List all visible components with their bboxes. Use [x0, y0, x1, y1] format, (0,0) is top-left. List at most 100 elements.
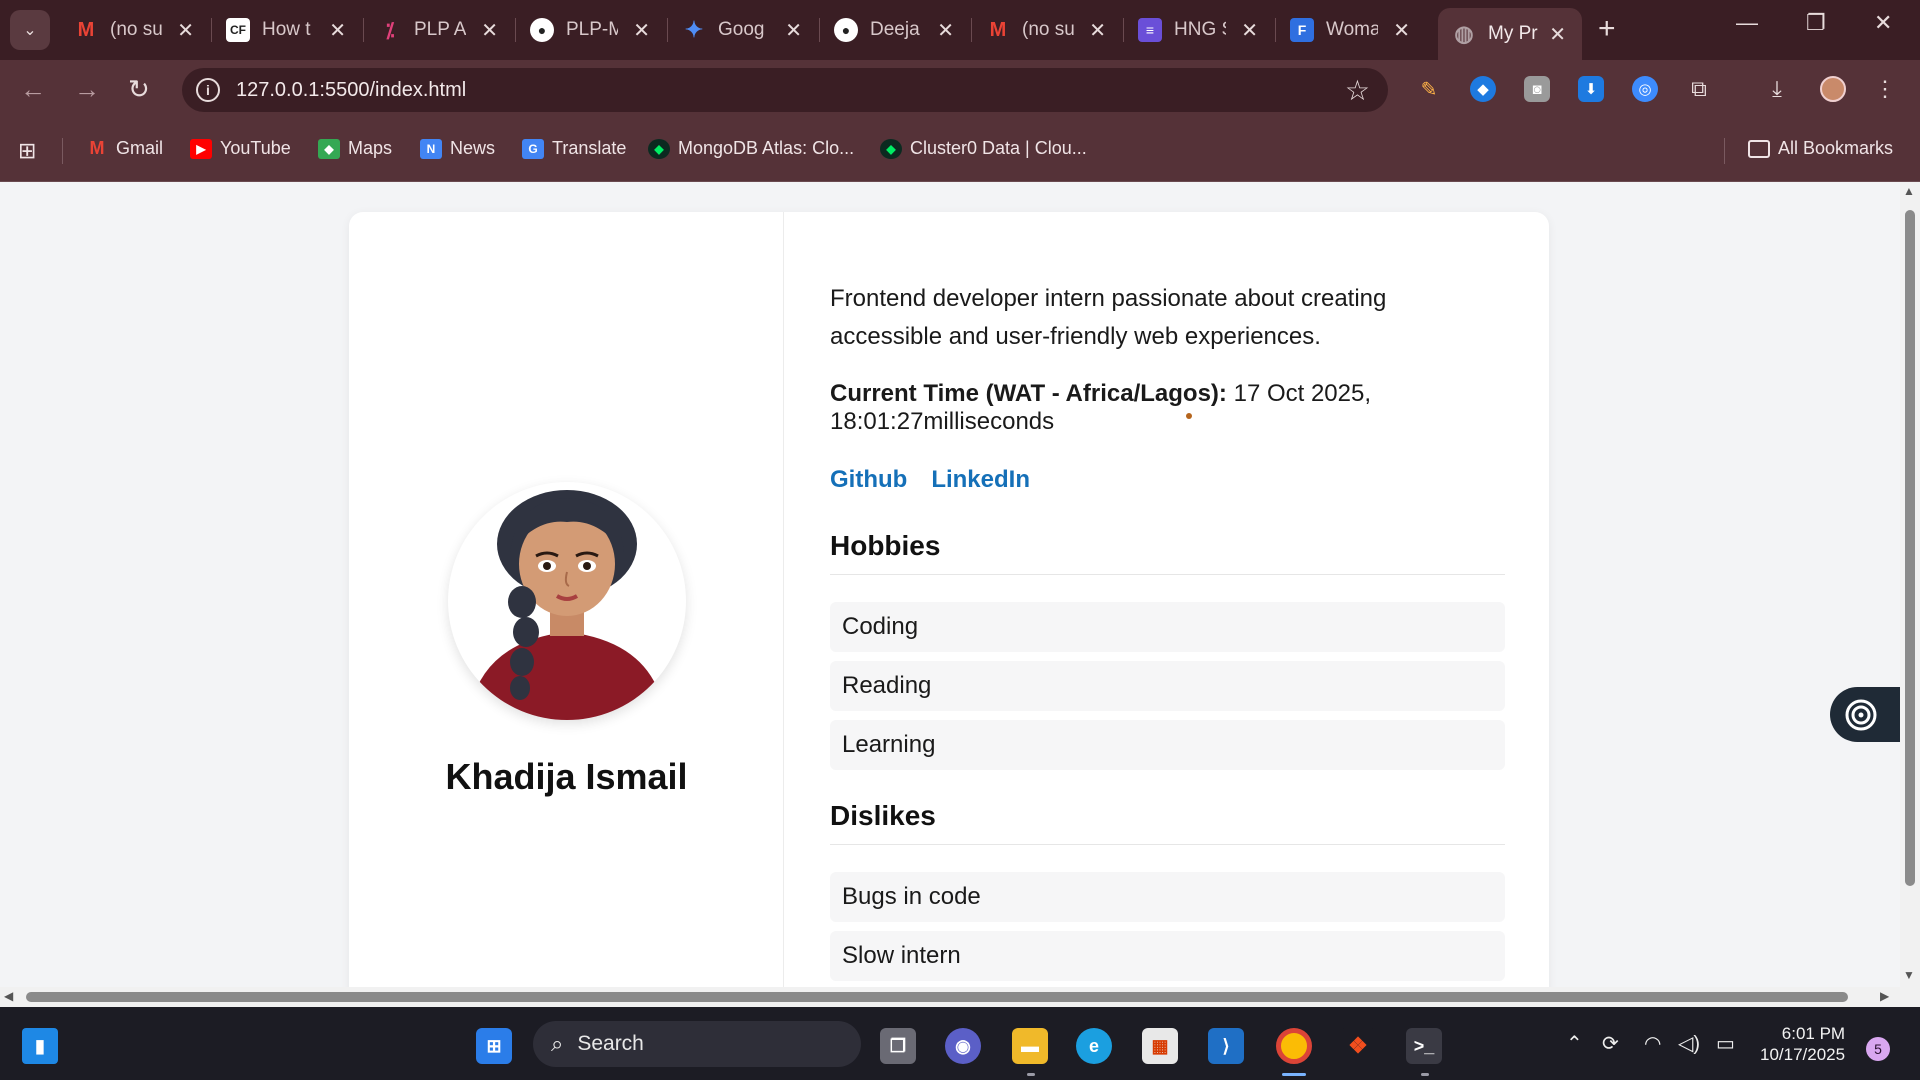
- sync-icon[interactable]: ⟳: [1602, 1031, 1619, 1056]
- dislikes-heading: Dislikes: [830, 800, 1505, 845]
- tab-my-profile[interactable]: ◍ My Pr ✕: [1438, 8, 1582, 60]
- news-icon: N: [420, 138, 442, 159]
- gmail-icon: M: [89, 138, 105, 158]
- forward-button[interactable]: →: [74, 74, 100, 105]
- profile-card: Khadija Ismail Frontend developer intern…: [349, 212, 1549, 987]
- new-tab-button[interactable]: +: [1598, 12, 1616, 46]
- github-link[interactable]: Github: [830, 466, 907, 494]
- windows-start-icon[interactable]: ⊞: [476, 1028, 512, 1064]
- tab-cf[interactable]: CF How t ✕: [212, 8, 362, 52]
- close-icon[interactable]: ✕: [329, 18, 346, 43]
- wifi-icon[interactable]: ◠: [1644, 1031, 1661, 1056]
- vscode-icon[interactable]: ⟩: [1208, 1028, 1244, 1064]
- tab-plp-a[interactable]: ⁒ PLP A ✕: [364, 8, 514, 52]
- current-time: Current Time (WAT - Africa/Lagos): 17 Oc…: [830, 380, 1470, 436]
- terminal-icon[interactable]: >_: [1406, 1028, 1442, 1064]
- bookmark-gmail[interactable]: M Gmail: [86, 138, 164, 159]
- extensions-puzzle-icon[interactable]: ⧉: [1686, 76, 1712, 102]
- figma-icon[interactable]: ❖: [1340, 1028, 1376, 1064]
- maps-icon: ◆: [318, 138, 340, 159]
- bookmark-cluster0[interactable]: ◆ Cluster0 Data | Clou...: [880, 138, 1087, 159]
- pen-extension-icon[interactable]: ✎: [1416, 76, 1442, 102]
- linkedin-link[interactable]: LinkedIn: [931, 466, 1030, 494]
- tab-woma[interactable]: F Woma ✕: [1276, 8, 1426, 52]
- close-icon[interactable]: ✕: [1549, 22, 1566, 47]
- scroll-down-icon[interactable]: ▼: [1903, 968, 1915, 982]
- camera-extension-icon[interactable]: ◙: [1524, 76, 1550, 102]
- tab-gmail-1[interactable]: M (no su ✕: [60, 8, 210, 52]
- clock-time: 6:01 PM: [1781, 1024, 1846, 1043]
- reload-button[interactable]: ↻: [128, 74, 150, 105]
- close-icon[interactable]: ✕: [1089, 18, 1106, 43]
- store-icon[interactable]: ▦: [1142, 1028, 1178, 1064]
- close-icon[interactable]: ✕: [177, 18, 194, 43]
- tab-google[interactable]: ✦ Goog ✕: [668, 8, 818, 52]
- file-explorer-icon[interactable]: ▬: [1012, 1028, 1048, 1064]
- close-icon[interactable]: ✕: [1241, 18, 1258, 43]
- bookmark-news[interactable]: N News: [420, 138, 495, 159]
- apps-grid-icon[interactable]: ⊞: [18, 138, 36, 164]
- close-window-button[interactable]: ✕: [1874, 10, 1892, 36]
- tab-gmail-2[interactable]: M (no su ✕: [972, 8, 1122, 52]
- back-button[interactable]: ←: [20, 74, 46, 105]
- close-icon[interactable]: ✕: [937, 18, 954, 43]
- close-icon[interactable]: ✕: [481, 18, 498, 43]
- edge-icon[interactable]: e: [1076, 1028, 1112, 1064]
- mongodb-icon: ◆: [880, 138, 902, 159]
- tab-hng[interactable]: ≡ HNG S ✕: [1124, 8, 1274, 52]
- globe-icon: ◍: [1454, 21, 1474, 46]
- widgets-icon[interactable]: ▮: [22, 1028, 58, 1064]
- search-icon: ⌕: [551, 1031, 564, 1056]
- close-icon[interactable]: ✕: [785, 18, 802, 43]
- all-bookmarks[interactable]: All Bookmarks: [1748, 138, 1893, 159]
- tab-search-button[interactable]: ⌄: [10, 10, 50, 50]
- taskbar-clock[interactable]: 6:01 PM 10/17/2025: [1760, 1023, 1845, 1065]
- side-widget-button[interactable]: [1830, 687, 1900, 742]
- close-icon[interactable]: ✕: [1393, 18, 1410, 43]
- vertical-scrollbar[interactable]: ▲ ▼: [1900, 182, 1920, 987]
- bookmark-youtube[interactable]: ▶ YouTube: [190, 138, 291, 159]
- horizontal-scrollbar[interactable]: ◀ ▶: [0, 987, 1920, 1007]
- current-time-label: Current Time (WAT - Africa/Lagos):: [830, 380, 1227, 407]
- address-url[interactable]: 127.0.0.1:5500/index.html: [236, 79, 466, 102]
- restore-button[interactable]: ❐: [1806, 10, 1826, 36]
- chat-icon[interactable]: ◉: [945, 1028, 981, 1064]
- chrome-icon[interactable]: [1276, 1028, 1312, 1064]
- download-extension-icon[interactable]: ⬇: [1578, 76, 1604, 102]
- social-links: Github LinkedIn: [830, 466, 1030, 494]
- cf-icon: CF: [226, 18, 250, 42]
- downloads-icon[interactable]: ⤓: [1764, 76, 1790, 102]
- address-bar[interactable]: i 127.0.0.1:5500/index.html ☆: [182, 68, 1388, 112]
- notification-badge[interactable]: 5: [1866, 1037, 1890, 1061]
- task-view-icon[interactable]: ❐: [880, 1028, 916, 1064]
- close-icon[interactable]: ✕: [633, 18, 650, 43]
- tab-deeja[interactable]: ● Deeja ✕: [820, 8, 970, 52]
- bookmarks-bar: ⊞ M Gmail ▶ YouTube ◆ Maps N News G Tran…: [0, 120, 1920, 182]
- drop-extension-icon[interactable]: ◆: [1470, 76, 1496, 102]
- forms-icon: F: [1290, 18, 1314, 42]
- bookmark-translate[interactable]: G Translate: [522, 138, 626, 159]
- vertical-scroll-thumb[interactable]: [1905, 210, 1915, 886]
- horizontal-scroll-thumb[interactable]: [26, 992, 1848, 1002]
- tab-plp-m[interactable]: ● PLP-M ✕: [516, 8, 666, 52]
- scroll-right-icon[interactable]: ▶: [1880, 989, 1889, 1003]
- hobby-item: Reading: [830, 661, 1505, 711]
- taskbar-search[interactable]: ⌕ Search: [533, 1021, 861, 1067]
- hobby-item: Learning: [830, 720, 1505, 770]
- translate-icon: G: [522, 138, 544, 159]
- volume-icon[interactable]: ◁): [1678, 1031, 1700, 1056]
- tray-overflow-icon[interactable]: ⌃: [1566, 1031, 1583, 1056]
- minimize-button[interactable]: —: [1736, 10, 1758, 36]
- scroll-up-icon[interactable]: ▲: [1903, 184, 1915, 198]
- scroll-left-icon[interactable]: ◀: [4, 989, 13, 1003]
- target-extension-icon[interactable]: ◎: [1632, 76, 1658, 102]
- dislike-item: Slow intern: [830, 931, 1505, 981]
- bookmark-maps[interactable]: ◆ Maps: [318, 138, 392, 159]
- battery-icon[interactable]: ▭: [1716, 1031, 1735, 1056]
- bookmark-star-icon[interactable]: ☆: [1345, 74, 1370, 107]
- folder-icon: [1748, 139, 1770, 158]
- site-info-icon[interactable]: i: [196, 78, 220, 102]
- bookmark-mongodb-atlas[interactable]: ◆ MongoDB Atlas: Clo...: [648, 138, 854, 159]
- profile-avatar-icon[interactable]: [1820, 76, 1846, 102]
- more-menu-icon[interactable]: ⋮: [1872, 76, 1898, 102]
